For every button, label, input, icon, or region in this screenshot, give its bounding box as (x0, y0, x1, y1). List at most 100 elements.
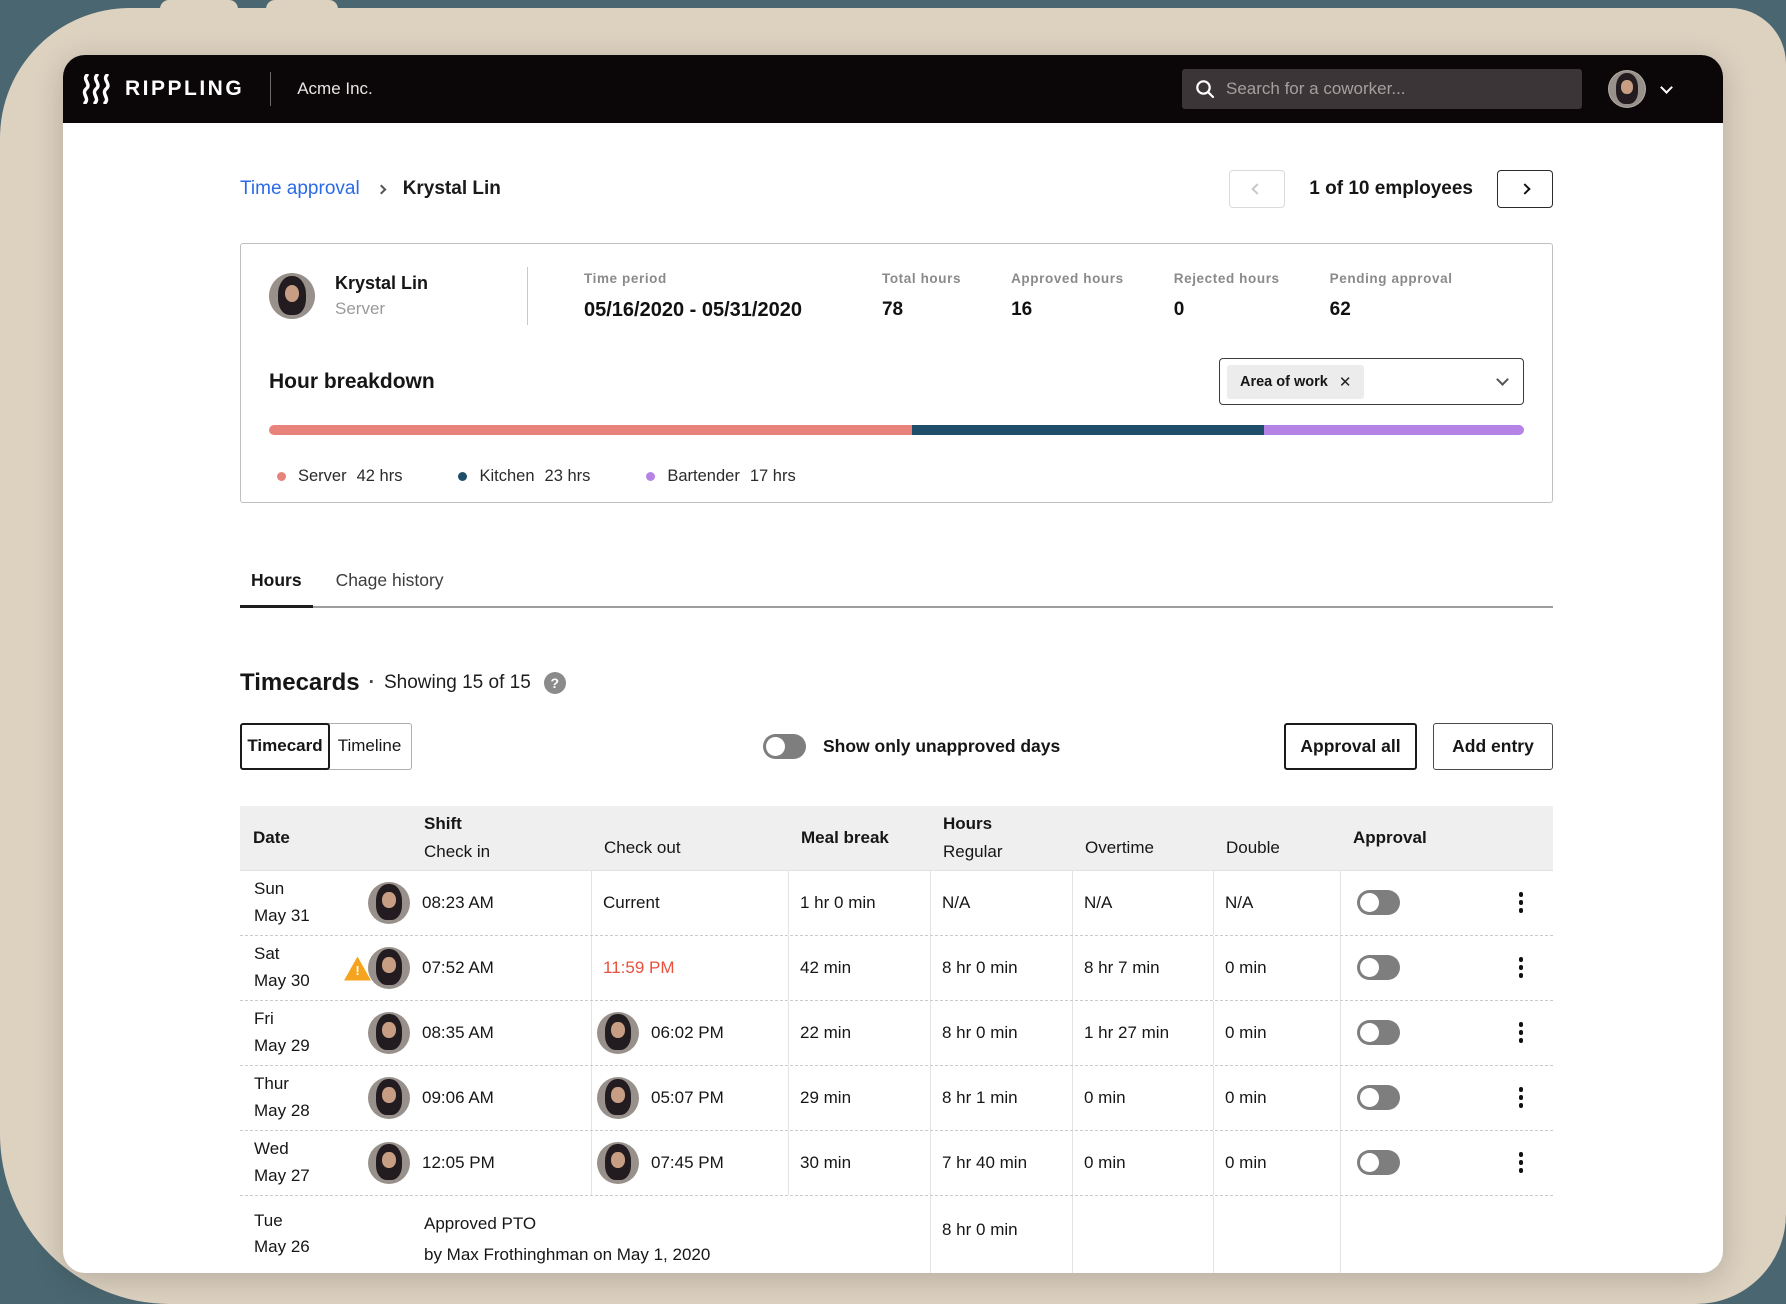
breadcrumb-chevron-icon (376, 184, 386, 194)
employee-avatar (368, 1077, 410, 1119)
rippling-logo-icon (81, 74, 115, 104)
bar-segment-server (269, 425, 912, 435)
col-double: Double (1226, 834, 1340, 862)
employee-role: Server (335, 299, 465, 319)
kebab-menu-icon[interactable] (1519, 1087, 1524, 1108)
legend-dot-icon (646, 472, 655, 481)
legend-item-kitchen: Kitchen 23 hrs (458, 467, 590, 486)
chevron-left-icon (1252, 183, 1263, 194)
section-tabs: Hours Chage history (240, 570, 1553, 608)
stat-rejected-hours: Rejected hours 0 (1174, 271, 1280, 321)
desktop-background: RIPPLING Acme Inc. Time approval (0, 0, 1786, 1304)
employee-avatar (597, 1012, 639, 1054)
approve-day-toggle[interactable] (1357, 1085, 1400, 1110)
chevron-down-icon[interactable] (1660, 81, 1673, 94)
approve-day-toggle[interactable] (1357, 1020, 1400, 1045)
employee-avatar (597, 1142, 639, 1184)
coworker-search[interactable] (1182, 69, 1582, 109)
legend-dot-icon (277, 472, 286, 481)
col-overtime: Overtime (1085, 834, 1213, 862)
approve-day-toggle[interactable] (1357, 1150, 1400, 1175)
area-of-work-chip[interactable]: Area of work ✕ (1227, 365, 1364, 399)
topbar-divider (270, 72, 271, 106)
employee-avatar (269, 273, 315, 319)
approval-all-button[interactable]: Approval all (1284, 723, 1417, 770)
timecards-heading: Timecards · Showing 15 of 15 ? (240, 665, 1553, 701)
app-window: RIPPLING Acme Inc. Time approval (63, 55, 1723, 1273)
add-entry-button[interactable]: Add entry (1433, 723, 1553, 770)
employee-avatar (368, 1142, 410, 1184)
hour-breakdown-legend: Server 42 hrs Kitchen 23 hrs Bartender 1… (277, 467, 1524, 486)
legend-item-bartender: Bartender 17 hrs (646, 467, 795, 486)
table-row: Thur May 28 09:06 AM 05:07 PM 29 min 8 h… (240, 1065, 1553, 1130)
stat-approved-hours: Approved hours 16 (1011, 271, 1124, 321)
table-row: Sun May 31 08:23 AM Current 1 hr 0 min N… (240, 870, 1553, 935)
hour-breakdown-stacked-bar (269, 425, 1524, 435)
col-date: Date (253, 824, 366, 852)
bar-segment-kitchen (912, 425, 1264, 435)
employee-avatar (368, 947, 410, 989)
timecards-title: Timecards (240, 669, 360, 697)
employee-avatar (597, 1077, 639, 1119)
legend-dot-icon (458, 472, 467, 481)
topbar: RIPPLING Acme Inc. (63, 55, 1723, 123)
show-unapproved-label: Show only unapproved days (823, 736, 1060, 757)
view-switcher: Timecard Timeline (240, 723, 412, 770)
pto-byline: by Max Frothinghman on May 1, 2020 (424, 1239, 710, 1270)
table-row: Wed May 27 12:05 PM 07:45 PM 30 min 7 hr… (240, 1130, 1553, 1195)
kebab-menu-icon[interactable] (1519, 1152, 1524, 1173)
pager-label: 1 of 10 employees (1309, 178, 1473, 200)
kebab-menu-icon[interactable] (1519, 892, 1524, 913)
search-icon (1195, 79, 1215, 99)
next-employee-button[interactable] (1497, 170, 1553, 208)
table-row: Sat May 30 ! 07:52 AM 11:59 PM 42 min 8 … (240, 935, 1553, 1000)
stat-total-hours: Total hours 78 (882, 271, 961, 321)
breadcrumb: Time approval Krystal Lin 1 of 10 employ… (240, 169, 1553, 209)
approve-day-toggle[interactable] (1357, 890, 1400, 915)
pto-title: Approved PTO (424, 1208, 710, 1239)
chevron-right-icon (1519, 183, 1530, 194)
table-header: Date Shift Check in Check out Meal break… (240, 806, 1553, 870)
employee-name: Krystal Lin (335, 273, 465, 294)
vertical-divider (527, 267, 528, 325)
timecards-showing-count: Showing 15 of 15 (384, 672, 531, 694)
brand-name: RIPPLING (125, 77, 244, 101)
employee-summary-card: Krystal Lin Server Time period 05/16/202… (240, 243, 1553, 503)
company-name: Acme Inc. (297, 79, 373, 99)
approve-day-toggle[interactable] (1357, 955, 1400, 980)
unapproved-filter: Show only unapproved days (763, 734, 1060, 759)
col-shift: Shift (424, 810, 591, 838)
col-hours: Hours (943, 810, 1072, 838)
chevron-down-icon (1496, 373, 1509, 386)
stat-pending-approval: Pending approval 62 (1330, 271, 1453, 321)
previous-employee-button[interactable] (1229, 170, 1285, 208)
timecards-controls: Timecard Timeline Show only unapproved d… (240, 723, 1553, 770)
close-icon[interactable]: ✕ (1339, 373, 1352, 391)
search-input[interactable] (1226, 79, 1569, 99)
employee-avatar (368, 882, 410, 924)
employee-pager: 1 of 10 employees (1229, 170, 1553, 208)
col-meal-break: Meal break (801, 824, 930, 852)
tab-hours[interactable]: Hours (240, 570, 313, 608)
late-check-out-time: 11:59 PM (603, 958, 675, 978)
breadcrumb-time-approval-link[interactable]: Time approval (240, 178, 360, 200)
table-row: Fri May 29 08:35 AM 06:02 PM 22 min 8 hr… (240, 1000, 1553, 1065)
help-icon[interactable]: ? (544, 672, 566, 694)
tab-change-history[interactable]: Chage history (325, 570, 455, 606)
area-of-work-select[interactable]: Area of work ✕ (1219, 358, 1524, 405)
stat-time-period: Time period 05/16/2020 - 05/31/2020 (584, 271, 802, 322)
user-avatar[interactable] (1608, 70, 1646, 108)
employee-avatar (368, 1012, 410, 1054)
table-row-pto: Tue May 26 Approved PTO by Max Frothingh… (240, 1195, 1553, 1274)
show-unapproved-toggle[interactable] (763, 734, 806, 759)
col-regular: Regular (943, 838, 1072, 866)
timecard-view-button[interactable]: Timecard (240, 723, 330, 770)
col-check-in: Check in (424, 838, 591, 866)
bar-segment-bartender (1264, 425, 1524, 435)
col-approval: Approval (1353, 824, 1553, 852)
hour-breakdown-title: Hour breakdown (269, 370, 435, 394)
kebab-menu-icon[interactable] (1519, 1022, 1524, 1043)
main-content: Time approval Krystal Lin 1 of 10 employ… (63, 169, 1723, 1273)
timeline-view-button[interactable]: Timeline (328, 723, 412, 770)
kebab-menu-icon[interactable] (1519, 957, 1524, 978)
